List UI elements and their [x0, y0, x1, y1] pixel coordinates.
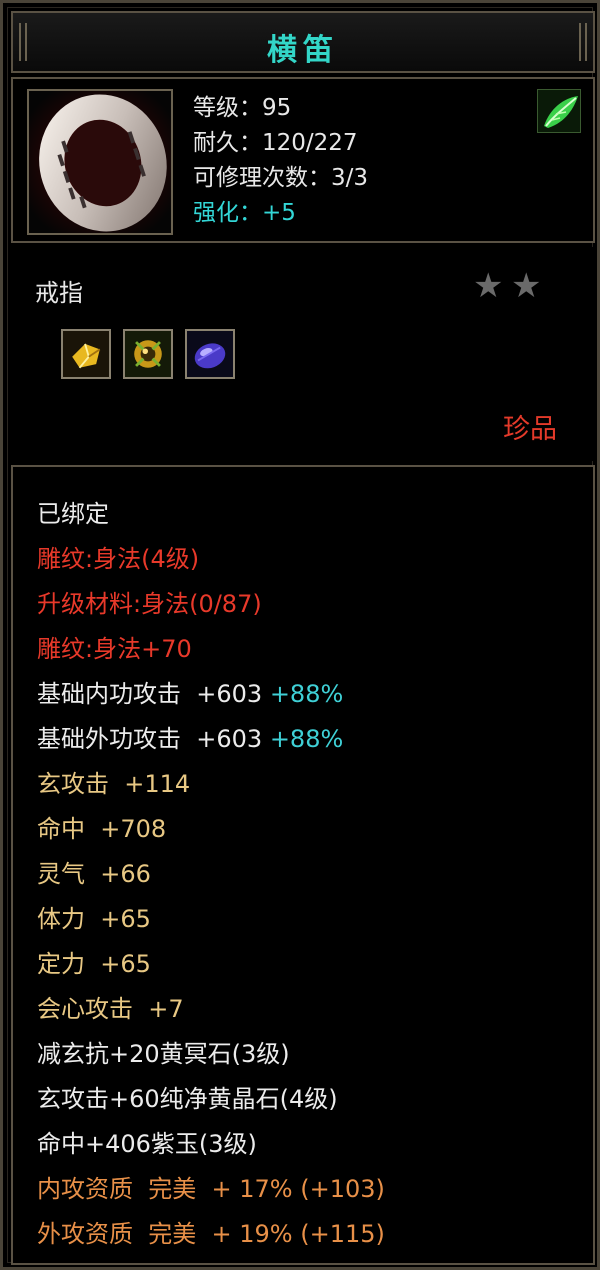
item-name: 横笛	[267, 33, 339, 68]
upgrade-material-line: 升级材料:身法(0/87)	[37, 590, 262, 618]
xuan-attack-line: 玄攻击 +114	[37, 770, 191, 798]
purple-gem-icon[interactable]	[185, 329, 235, 379]
focus-line: 定力 +65	[37, 950, 151, 978]
ring-icon	[27, 89, 173, 235]
yellow-gem-icon[interactable]	[61, 329, 111, 379]
bound-status: 已绑定	[37, 500, 109, 528]
item-properties: 已绑定 雕纹:身法(4级) 升级材料:身法(0/87) 雕纹:身法+70 基础内…	[11, 465, 595, 1265]
item-type: 戒指	[35, 279, 83, 307]
inner-attack-line: 基础内功攻击 +603 +88%	[37, 679, 343, 709]
item-type-section: 戒指 ★ ★ 珍品	[11, 247, 595, 461]
green-leaf-icon	[537, 89, 581, 133]
crit-line: 会心攻击 +7	[37, 995, 184, 1023]
engrave-line: 雕纹:身法(4级)	[37, 545, 200, 573]
outer-attack-percent: +88%	[269, 725, 344, 753]
spirit-line: 灵气 +66	[37, 860, 151, 888]
outer-quality-line: 外攻资质 完美 + 19% (+115)	[37, 1220, 385, 1248]
hit-line: 命中 +708	[37, 815, 167, 843]
rarity-label: 珍品	[503, 414, 557, 445]
star-icon: ★	[511, 266, 542, 306]
enhance-row: 强化：+5	[193, 200, 296, 226]
gem-socket-line-3: 命中+406紫玉(3级)	[37, 1130, 257, 1158]
level-row: 等级：95	[193, 95, 292, 121]
star-icon: ★	[473, 266, 504, 306]
gem-socket-line-1: 减玄抗+20黄冥石(3级)	[37, 1040, 290, 1068]
gem-socket-line-2: 玄攻击+60纯净黄晶石(4级)	[37, 1085, 338, 1113]
amber-gem-icon[interactable]	[123, 329, 173, 379]
item-tooltip: 横笛 等级：95 耐久：120/227 可修理次数：3/3 强化：+5 戒指 ★…	[0, 0, 600, 1270]
durability-row: 耐久：120/227	[193, 130, 358, 156]
stamina-line: 体力 +65	[37, 905, 151, 933]
repair-count-row: 可修理次数：3/3	[193, 165, 369, 191]
inner-attack-label: 基础内功攻击 +603	[37, 680, 270, 708]
item-header: 等级：95 耐久：120/227 可修理次数：3/3 强化：+5	[11, 77, 595, 243]
inner-quality-line: 内攻资质 完美 + 17% (+103)	[37, 1175, 385, 1203]
outer-attack-label: 基础外功攻击 +603	[37, 725, 270, 753]
outer-attack-line: 基础外功攻击 +603 +88%	[37, 724, 343, 754]
inner-attack-percent: +88%	[269, 680, 344, 708]
item-stats: 等级：95 耐久：120/227 可修理次数：3/3 强化：+5	[193, 91, 368, 231]
engrave-bonus-line: 雕纹:身法+70	[37, 635, 192, 663]
title-bar: 横笛	[11, 11, 595, 73]
